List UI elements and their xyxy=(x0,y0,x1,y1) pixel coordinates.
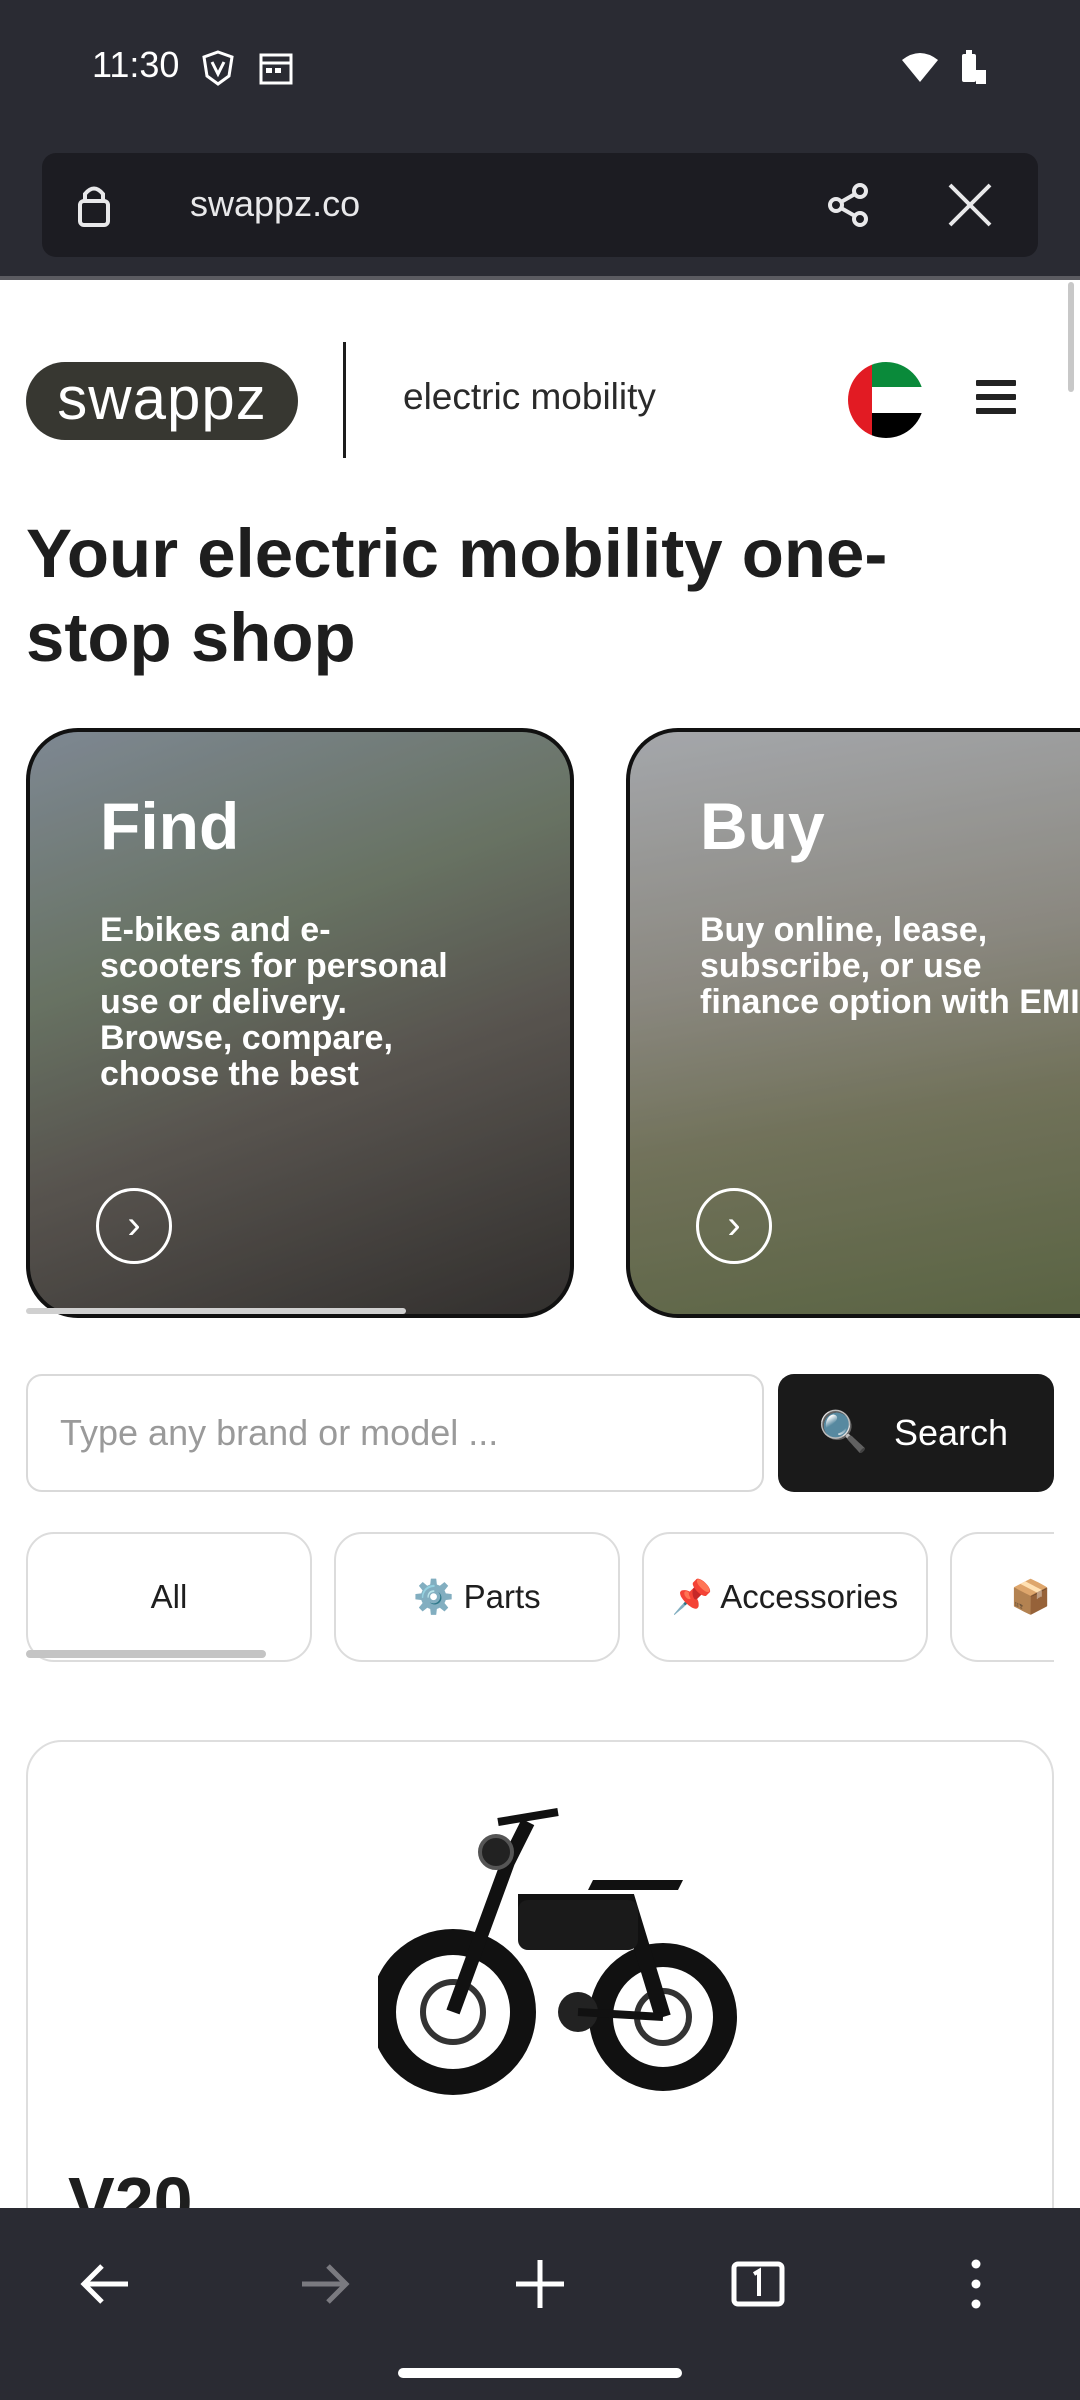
card-description: Buy online, lease, subscribe, or use fin… xyxy=(700,911,1080,1021)
find-card[interactable]: Find E-bikes and e-scooters for personal… xyxy=(26,728,574,1318)
card-description: E-bikes and e-scooters for personal use … xyxy=(100,911,448,1093)
search-button[interactable]: 🔍 Search xyxy=(778,1374,1054,1492)
page-scrollbar[interactable] xyxy=(1068,282,1074,392)
search-input[interactable]: Type any brand or model ... xyxy=(26,1374,764,1492)
chevron-right-icon[interactable]: › xyxy=(96,1188,172,1264)
close-icon[interactable] xyxy=(944,179,996,231)
buy-card[interactable]: Buy Buy online, lease, subscribe, or use… xyxy=(626,728,1080,1318)
logo-divider xyxy=(343,342,346,458)
category-parts[interactable]: ⚙️ Parts xyxy=(334,1532,620,1662)
search-icon: 🔍 xyxy=(818,1410,868,1454)
category-more[interactable]: 📦 xyxy=(950,1532,1054,1662)
wifi-icon xyxy=(902,53,938,82)
product-name: V20 xyxy=(68,2163,193,2208)
tagline: electric mobility xyxy=(403,376,656,417)
tab-switcher-icon[interactable] xyxy=(728,2254,788,2314)
status-time: 11:30 xyxy=(92,44,180,85)
chevron-right-icon[interactable]: › xyxy=(696,1188,772,1264)
category-accessories[interactable]: 📌 Accessories xyxy=(642,1532,928,1662)
new-tab-plus-icon[interactable] xyxy=(510,2254,570,2314)
hamburger-menu-icon[interactable] xyxy=(976,380,1016,414)
forward-arrow-icon[interactable] xyxy=(294,2254,354,2314)
uae-flag-icon[interactable] xyxy=(848,362,924,438)
vpn-shield-icon xyxy=(202,50,234,86)
address-bar[interactable]: swappz.co xyxy=(42,153,1038,257)
browser-bottom-bar xyxy=(0,2208,1080,2400)
card-title: Buy xyxy=(700,789,825,863)
ebike-image xyxy=(378,1808,737,2095)
search-button-label: Search xyxy=(894,1412,1009,1453)
category-all[interactable]: All xyxy=(26,1532,312,1662)
share-icon[interactable] xyxy=(822,179,874,231)
product-card[interactable]: V20 xyxy=(26,1740,1054,2208)
calendar-icon xyxy=(259,53,293,85)
lock-icon xyxy=(78,186,110,227)
page-headline: Your electric mobility one-stop shop xyxy=(26,515,888,676)
more-options-icon[interactable] xyxy=(946,2254,1006,2314)
swappz-logo[interactable]: swappz xyxy=(26,362,298,440)
battery-saver-icon xyxy=(962,50,986,84)
home-indicator[interactable] xyxy=(398,2368,682,2378)
url-text[interactable]: swappz.co xyxy=(190,183,360,225)
status-bar: 11:30 xyxy=(0,0,1080,140)
category-scroll-indicator xyxy=(26,1650,266,1658)
back-arrow-icon[interactable] xyxy=(76,2254,136,2314)
card-title: Find xyxy=(100,789,240,863)
web-page: swappz electric mobility Your electric m… xyxy=(0,280,1080,2208)
carousel-scroll-indicator xyxy=(26,1308,406,1314)
